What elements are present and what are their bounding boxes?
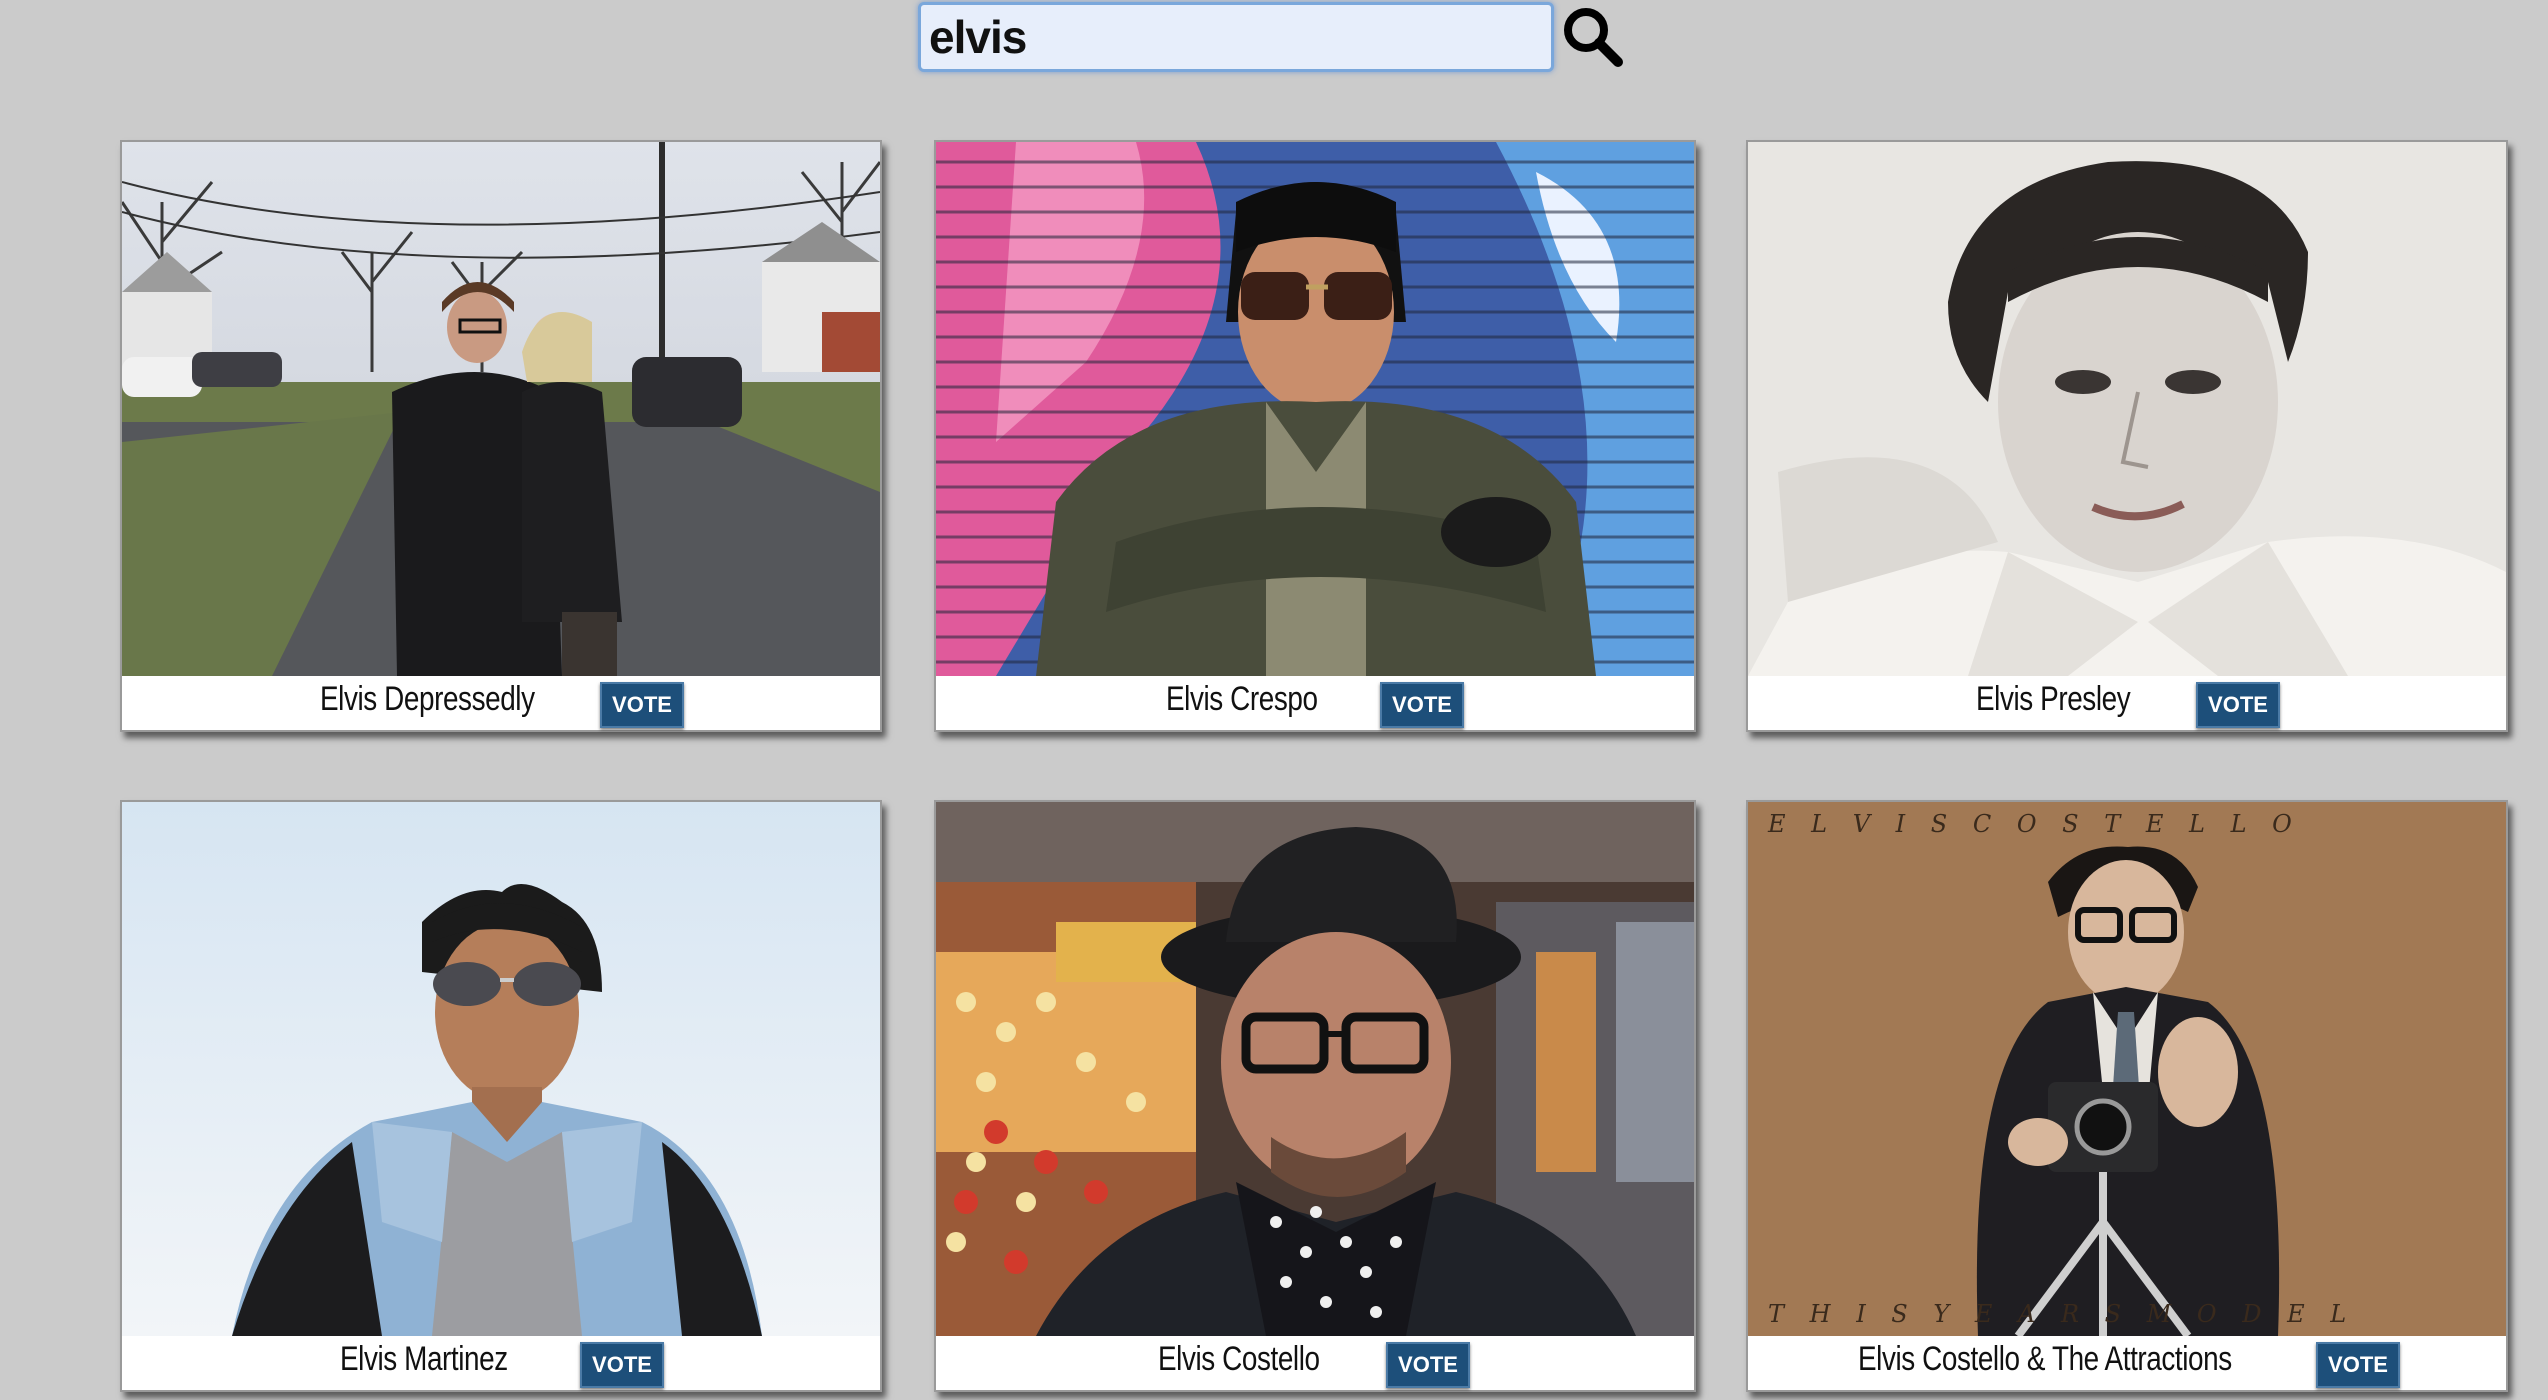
album-bottom-text: T H I S Y E A R S M O D E L [1768,1300,2355,1328]
vote-button[interactable]: VOTE [1380,682,1464,728]
album-top-text: E L V I S C O S T E L L O [1767,810,2301,838]
artist-card: Elvis Presley VOTE [1746,140,2508,732]
artist-name[interactable]: Elvis Depressedly [320,680,535,719]
artist-photo[interactable] [1748,142,2506,676]
vote-button[interactable]: VOTE [580,1342,664,1388]
artist-card: Elvis Martinez VOTE [120,800,882,1392]
vote-button[interactable]: VOTE [2196,682,2280,728]
artist-photo[interactable] [122,142,880,676]
artist-caption: Elvis Costello VOTE [936,1336,1694,1390]
search-bar [918,2,1558,74]
vote-button[interactable]: VOTE [600,682,684,728]
artist-photo[interactable] [122,802,880,1336]
artist-photo[interactable]: E L V I S C O S T E L L O T H I S Y E A … [1748,802,2506,1336]
artist-card: E L V I S C O S T E L L O T H I S Y E A … [1746,800,2508,1392]
artist-card: Elvis Crespo VOTE [934,140,1696,732]
artist-name[interactable]: Elvis Crespo [1166,680,1318,719]
artist-photo[interactable] [936,802,1694,1336]
artist-photo[interactable] [936,142,1694,676]
search-input[interactable] [918,2,1554,72]
artist-caption: Elvis Depressedly VOTE [122,676,880,730]
artist-name[interactable]: Elvis Costello & The Attractions [1858,1340,2232,1379]
artist-caption: Elvis Crespo VOTE [936,676,1694,730]
artist-name[interactable]: Elvis Costello [1158,1340,1320,1379]
artist-caption: Elvis Presley VOTE [1748,676,2506,730]
artist-name[interactable]: Elvis Presley [1976,680,2131,719]
artist-caption: Elvis Martinez VOTE [122,1336,880,1390]
vote-button[interactable]: VOTE [1386,1342,1470,1388]
artist-name[interactable]: Elvis Martinez [340,1340,508,1379]
vote-button[interactable]: VOTE [2316,1342,2400,1388]
artist-caption: Elvis Costello & The Attractions VOTE [1748,1336,2506,1390]
artist-card: Elvis Costello VOTE [934,800,1696,1392]
artist-card: Elvis Depressedly VOTE [120,140,882,732]
search-icon[interactable] [1560,4,1624,68]
